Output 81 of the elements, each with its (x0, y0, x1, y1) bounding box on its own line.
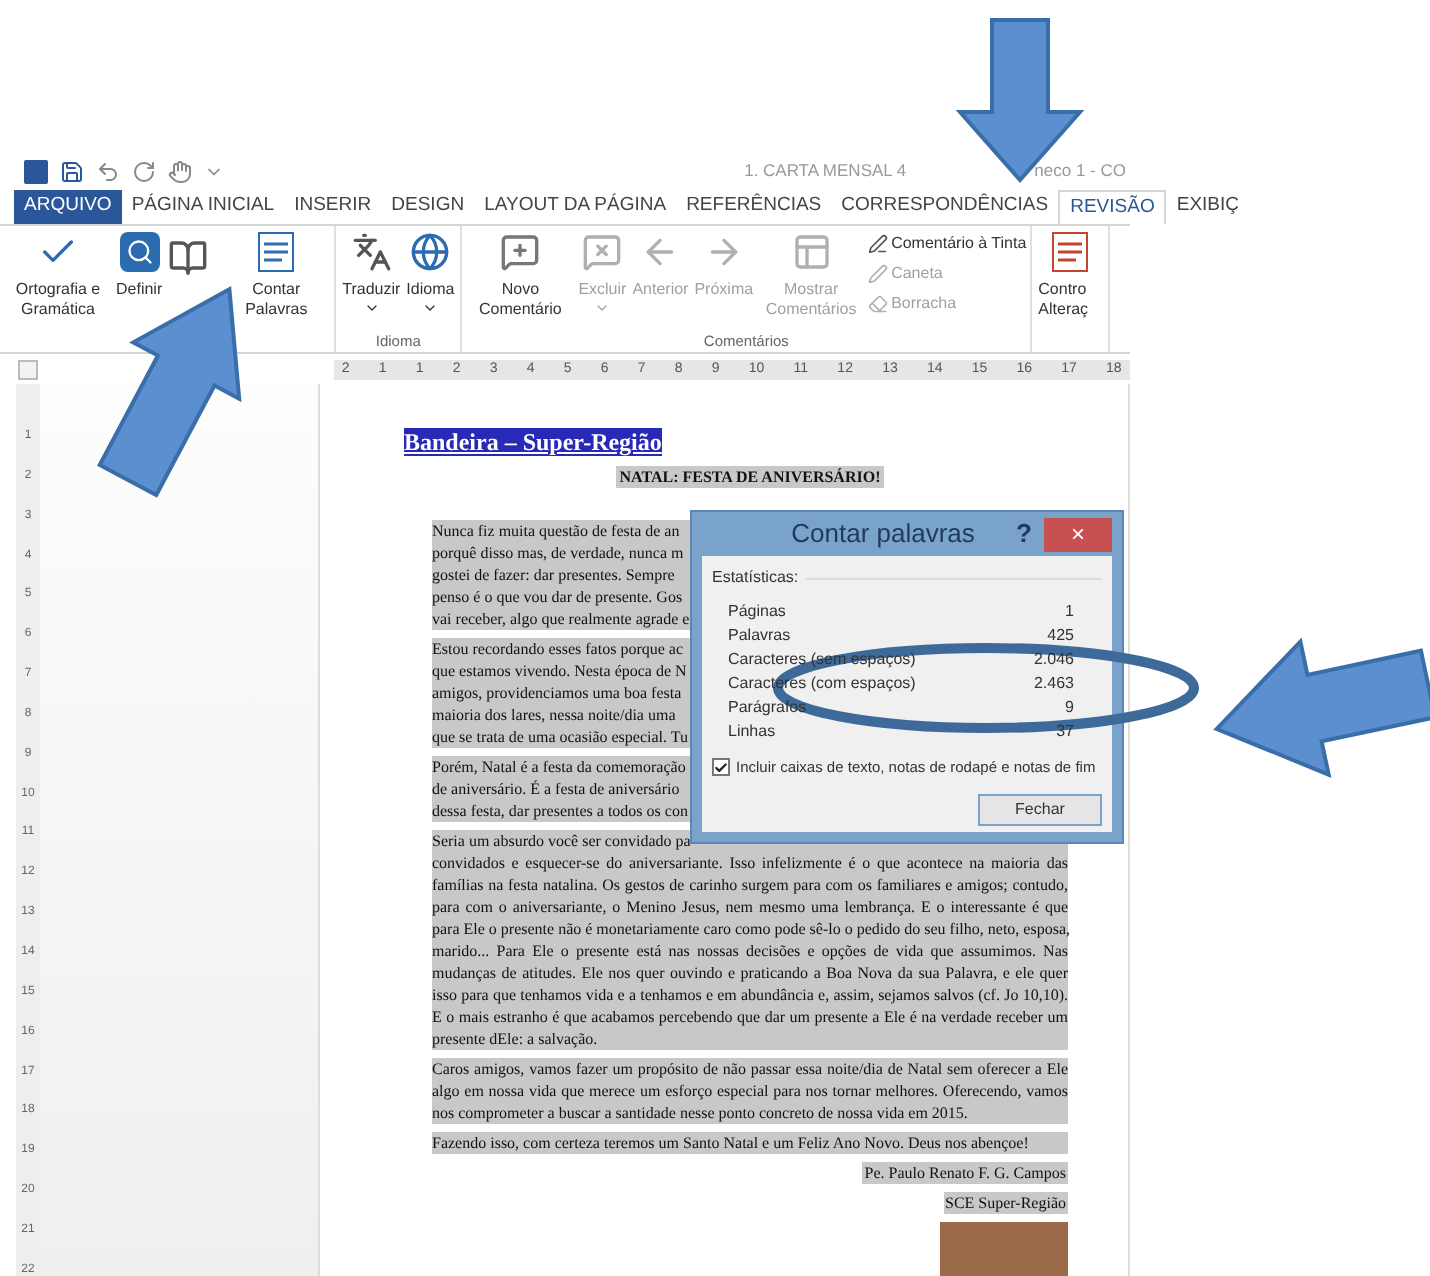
ribbon-tab[interactable]: INSERIR (284, 190, 382, 224)
globe-icon (410, 232, 451, 272)
ribbon-tab[interactable]: LAYOUT DA PÁGINA (474, 190, 677, 224)
document-text-line: maioria dos lares, nessa noite/dia uma (432, 704, 676, 726)
signature-text: SCE Super-Região (943, 1192, 1068, 1214)
ribbon-tab[interactable]: PÁGINA INICIAL (121, 190, 285, 224)
translate-icon (351, 232, 392, 272)
eraser-icon (867, 294, 888, 314)
document-icon (258, 232, 295, 272)
save-icon[interactable] (60, 159, 84, 183)
ribbon-tab[interactable]: EXIBIÇ (1166, 190, 1250, 224)
document-text-line: famílias na festa natalina. Os gestos de carinho surgem para com os familiares e amigos; contudo, (432, 874, 1068, 896)
check-icon (714, 759, 728, 776)
document-text-line: Porém, Natal é a festa da comemoração (432, 756, 686, 778)
document-text-line: vai receber, algo que realmente agrade e (432, 608, 690, 630)
document-text-line: dessa festa, dar presentes a todos os con (432, 800, 688, 822)
ribbon-button[interactable]: Idioma (404, 226, 457, 330)
undo-icon[interactable] (96, 159, 120, 183)
document-text-line: Nunca fiz muita questão de festa de an (432, 520, 680, 542)
document-text-line: que se trata de uma ocasião especial. Tu (432, 726, 688, 748)
stat-value: 2.046 (1033, 648, 1074, 672)
document-text-line: Seria um absurdo você ser convidado pa (432, 830, 691, 852)
document-text-line: mudanças de atitudes. Ele nos quer ouvindo e praticando a Boa Nova da sua Palavra, e ele quer (432, 962, 1068, 984)
ribbon-button[interactable]: Comentário à Tinta (867, 232, 1027, 256)
pen-line-icon (867, 234, 888, 254)
document-text-line: Fazendo isso, com certeza teremos um Santo Natal e um Feliz Ano Novo. Deus nos abençoe! (432, 1132, 1029, 1154)
stat-value: 1 (1065, 600, 1074, 624)
redo-icon[interactable] (132, 159, 156, 183)
help-button[interactable]: ? (1004, 514, 1044, 554)
stat-value: 425 (1047, 624, 1074, 648)
close-button[interactable]: × (1044, 517, 1112, 551)
comment-plus-icon (500, 232, 541, 272)
document-text-line: para com o aniversariante, o Menino Jesus, nem mesmo uma lembrança. E o interessante é que (432, 896, 1068, 918)
document-text-line: gostei de fazer: dar presentes. Sempre (432, 564, 675, 586)
document-text-line: convidados e esquecer-se do aniversariante. Isso infelizmente é o que acontece na maioria das (432, 852, 1068, 874)
ribbon-button[interactable]: Contro Alteraç (1036, 226, 1105, 330)
document-text-line: Caros amigos, vamos fazer um propósito de não passar essa noite/dia de Natal sem oferecer a Ele (432, 1058, 1068, 1080)
ribbon-tab[interactable]: DESIGN (381, 190, 475, 224)
dialog-title: Contar palavras (789, 516, 977, 553)
document-text-line: E o mais estranho é que acabamos percebendo que dar um presente a Ele é na verdade receber um (432, 1006, 1068, 1028)
pen-icon (867, 264, 888, 284)
document-text-line: presente dEle: a salvação. (432, 1028, 598, 1050)
document-text-line: nos comprometer a buscar a santidade nesse ponto concreto de nossa vida em 2015. (432, 1102, 968, 1124)
touch-icon[interactable] (168, 159, 192, 183)
document-subtitle: NATAL: FESTA DE ANIVERSÁRIO! (615, 466, 885, 488)
document-text-line: isso para que tenhamos vida e a tenhamos e em abundância e, assim, sejamos salvos (cf. Jo 10,10). (432, 984, 1068, 1006)
ribbon-button[interactable]: Traduzir (340, 226, 403, 330)
document-icon (1052, 232, 1089, 272)
document-text-line: que estamos vivendo. Nesta época de N (432, 660, 687, 682)
book-icon (168, 238, 209, 278)
app-logo-icon (24, 159, 48, 183)
section-label: Estatísticas: (712, 566, 799, 590)
document-text-line: porquê disso mas, de verdade, nunca m (432, 542, 684, 564)
document-text-line: algo em nossa vida que merece um esforço especial para nos tornar melhores. Oferecendo, vamos (432, 1080, 1068, 1102)
comment-delete-icon (582, 232, 623, 272)
stat-label: Páginas (728, 600, 786, 624)
stat-label: Palavras (728, 624, 791, 648)
panel-icon (791, 232, 832, 272)
include-checkbox[interactable] (712, 758, 730, 777)
document-text-line: de aniversário. É a festa de aniversário (432, 778, 680, 800)
ribbon-button[interactable]: Novo Comentário (466, 226, 575, 330)
ribbon-tab[interactable]: REFERÊNCIAS (676, 190, 832, 224)
stat-label: Linhas (728, 720, 776, 744)
ribbon-tab[interactable]: CORRESPONDÊNCIAS (831, 190, 1059, 224)
document-text-line: Estou recordando esses fatos porque ac (432, 638, 684, 660)
ribbon-button[interactable]: Ortografia e Gramática (4, 226, 112, 330)
document-text-line: amigos, providenciamos uma boa festa (432, 682, 682, 704)
ribbon-tab[interactable]: REVISÃO (1058, 190, 1167, 224)
document-text-line: para Ele o presente não é monetariamente caro como pode sê-lo o pedido do seu filho, neto, esposa, (432, 918, 1068, 940)
search-icon (119, 232, 160, 272)
window-title: 1. CARTA MENSAL 4 (744, 158, 907, 184)
stat-value: 2.463 (1033, 672, 1074, 696)
signature-text: Pe. Paulo Renato F. G. Campos (862, 1162, 1068, 1184)
stat-value: 9 (1065, 696, 1074, 720)
ribbon-button[interactable]: Definir (114, 226, 165, 330)
document-text-line: penso é o que vou dar de presente. Gos (432, 586, 683, 608)
ribbon-tab[interactable]: ARQUIVO (14, 190, 122, 224)
window-title: neco 1 - CO (1034, 158, 1126, 184)
close-dialog-button[interactable]: Fechar (978, 794, 1102, 827)
document-heading: Bandeira – Super-Região (404, 428, 662, 456)
document-text-line: marido... Para Ele o presente está nas nossas decisões e opções de vida que assumimos. Nas (432, 940, 1068, 962)
